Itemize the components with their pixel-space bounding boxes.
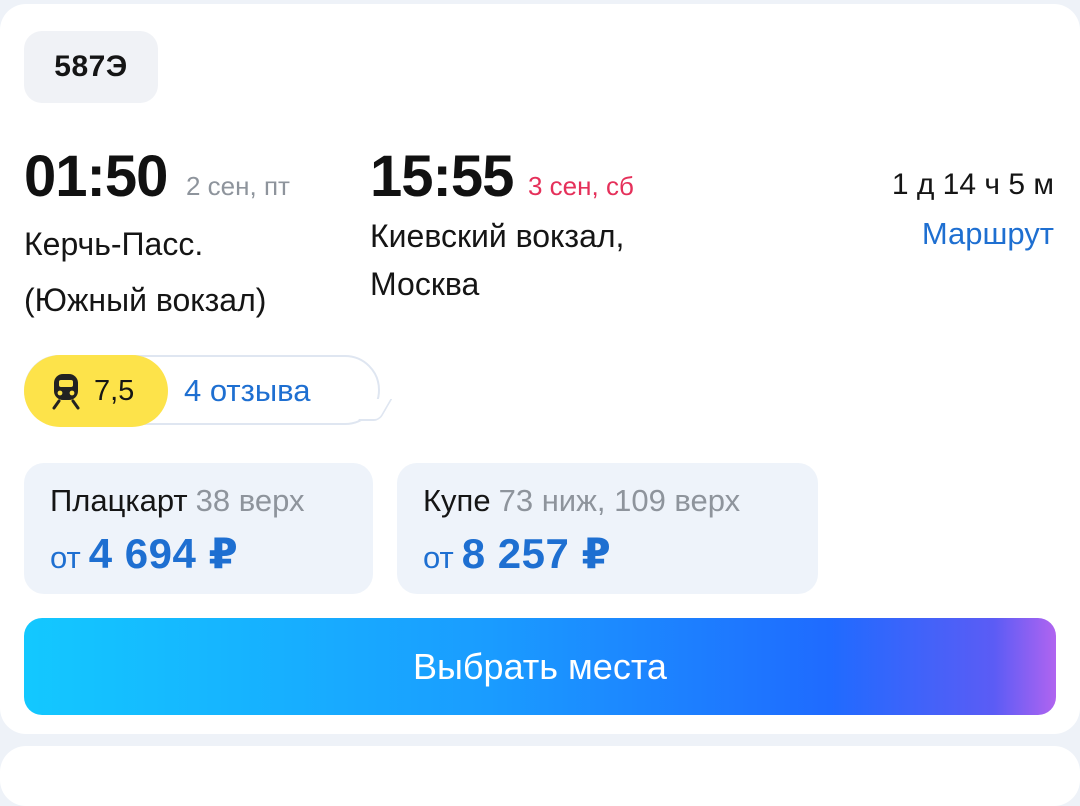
departure-date: 2 сен, пт <box>186 171 290 201</box>
fare-seats: 73 ниж, 109 верх <box>498 483 741 518</box>
arrival-station: Киевский вокзал, Москва <box>370 212 624 308</box>
trip-duration: 1 д 14 ч 5 м <box>891 168 1054 201</box>
rating-score: 7,5 <box>94 374 135 407</box>
departure-time: 01:50 <box>24 144 168 209</box>
train-number-badge: 587Э <box>24 31 158 103</box>
departure-station: Керчь-Пасс. (Южный вокзал) <box>24 220 266 324</box>
select-seats-button[interactable]: Выбрать места <box>24 618 1056 715</box>
fare-price: 4 694 ₽ <box>88 530 239 577</box>
fare-option-kupe[interactable]: Купе 73 ниж, 109 верх от 8 257 ₽ <box>397 463 818 594</box>
arrival-date: 3 сен, сб <box>528 171 634 201</box>
departure-station-line1: Керчь-Пасс. <box>24 226 204 262</box>
rating-badge: 7,5 <box>24 355 168 427</box>
route-link[interactable]: Маршрут <box>922 216 1054 252</box>
arrival-time: 15:55 <box>370 144 514 209</box>
fare-class: Купе <box>423 483 491 518</box>
train-card: 587Э 01:50 2 сен, пт Керчь-Пасс. (Южный … <box>0 4 1080 734</box>
fare-seats: 38 верх <box>195 483 305 518</box>
rating-widget[interactable]: 7,5 4 отзыва <box>24 355 393 427</box>
next-train-card <box>0 746 1080 806</box>
fare-class: Плацкарт <box>50 483 188 518</box>
fare-option-platskart[interactable]: Плацкарт 38 верх от 4 694 ₽ <box>24 463 373 594</box>
train-icon <box>50 372 82 410</box>
fare-from-label: от <box>50 540 81 575</box>
fare-from-label: от <box>423 540 454 575</box>
arrival-station-line1: Киевский вокзал, <box>370 218 625 254</box>
reviews-link[interactable]: 4 отзыва <box>184 373 310 409</box>
arrival-station-line2: Москва <box>370 266 480 302</box>
departure-station-line2: (Южный вокзал) <box>24 282 267 318</box>
fare-price: 8 257 ₽ <box>461 530 612 577</box>
